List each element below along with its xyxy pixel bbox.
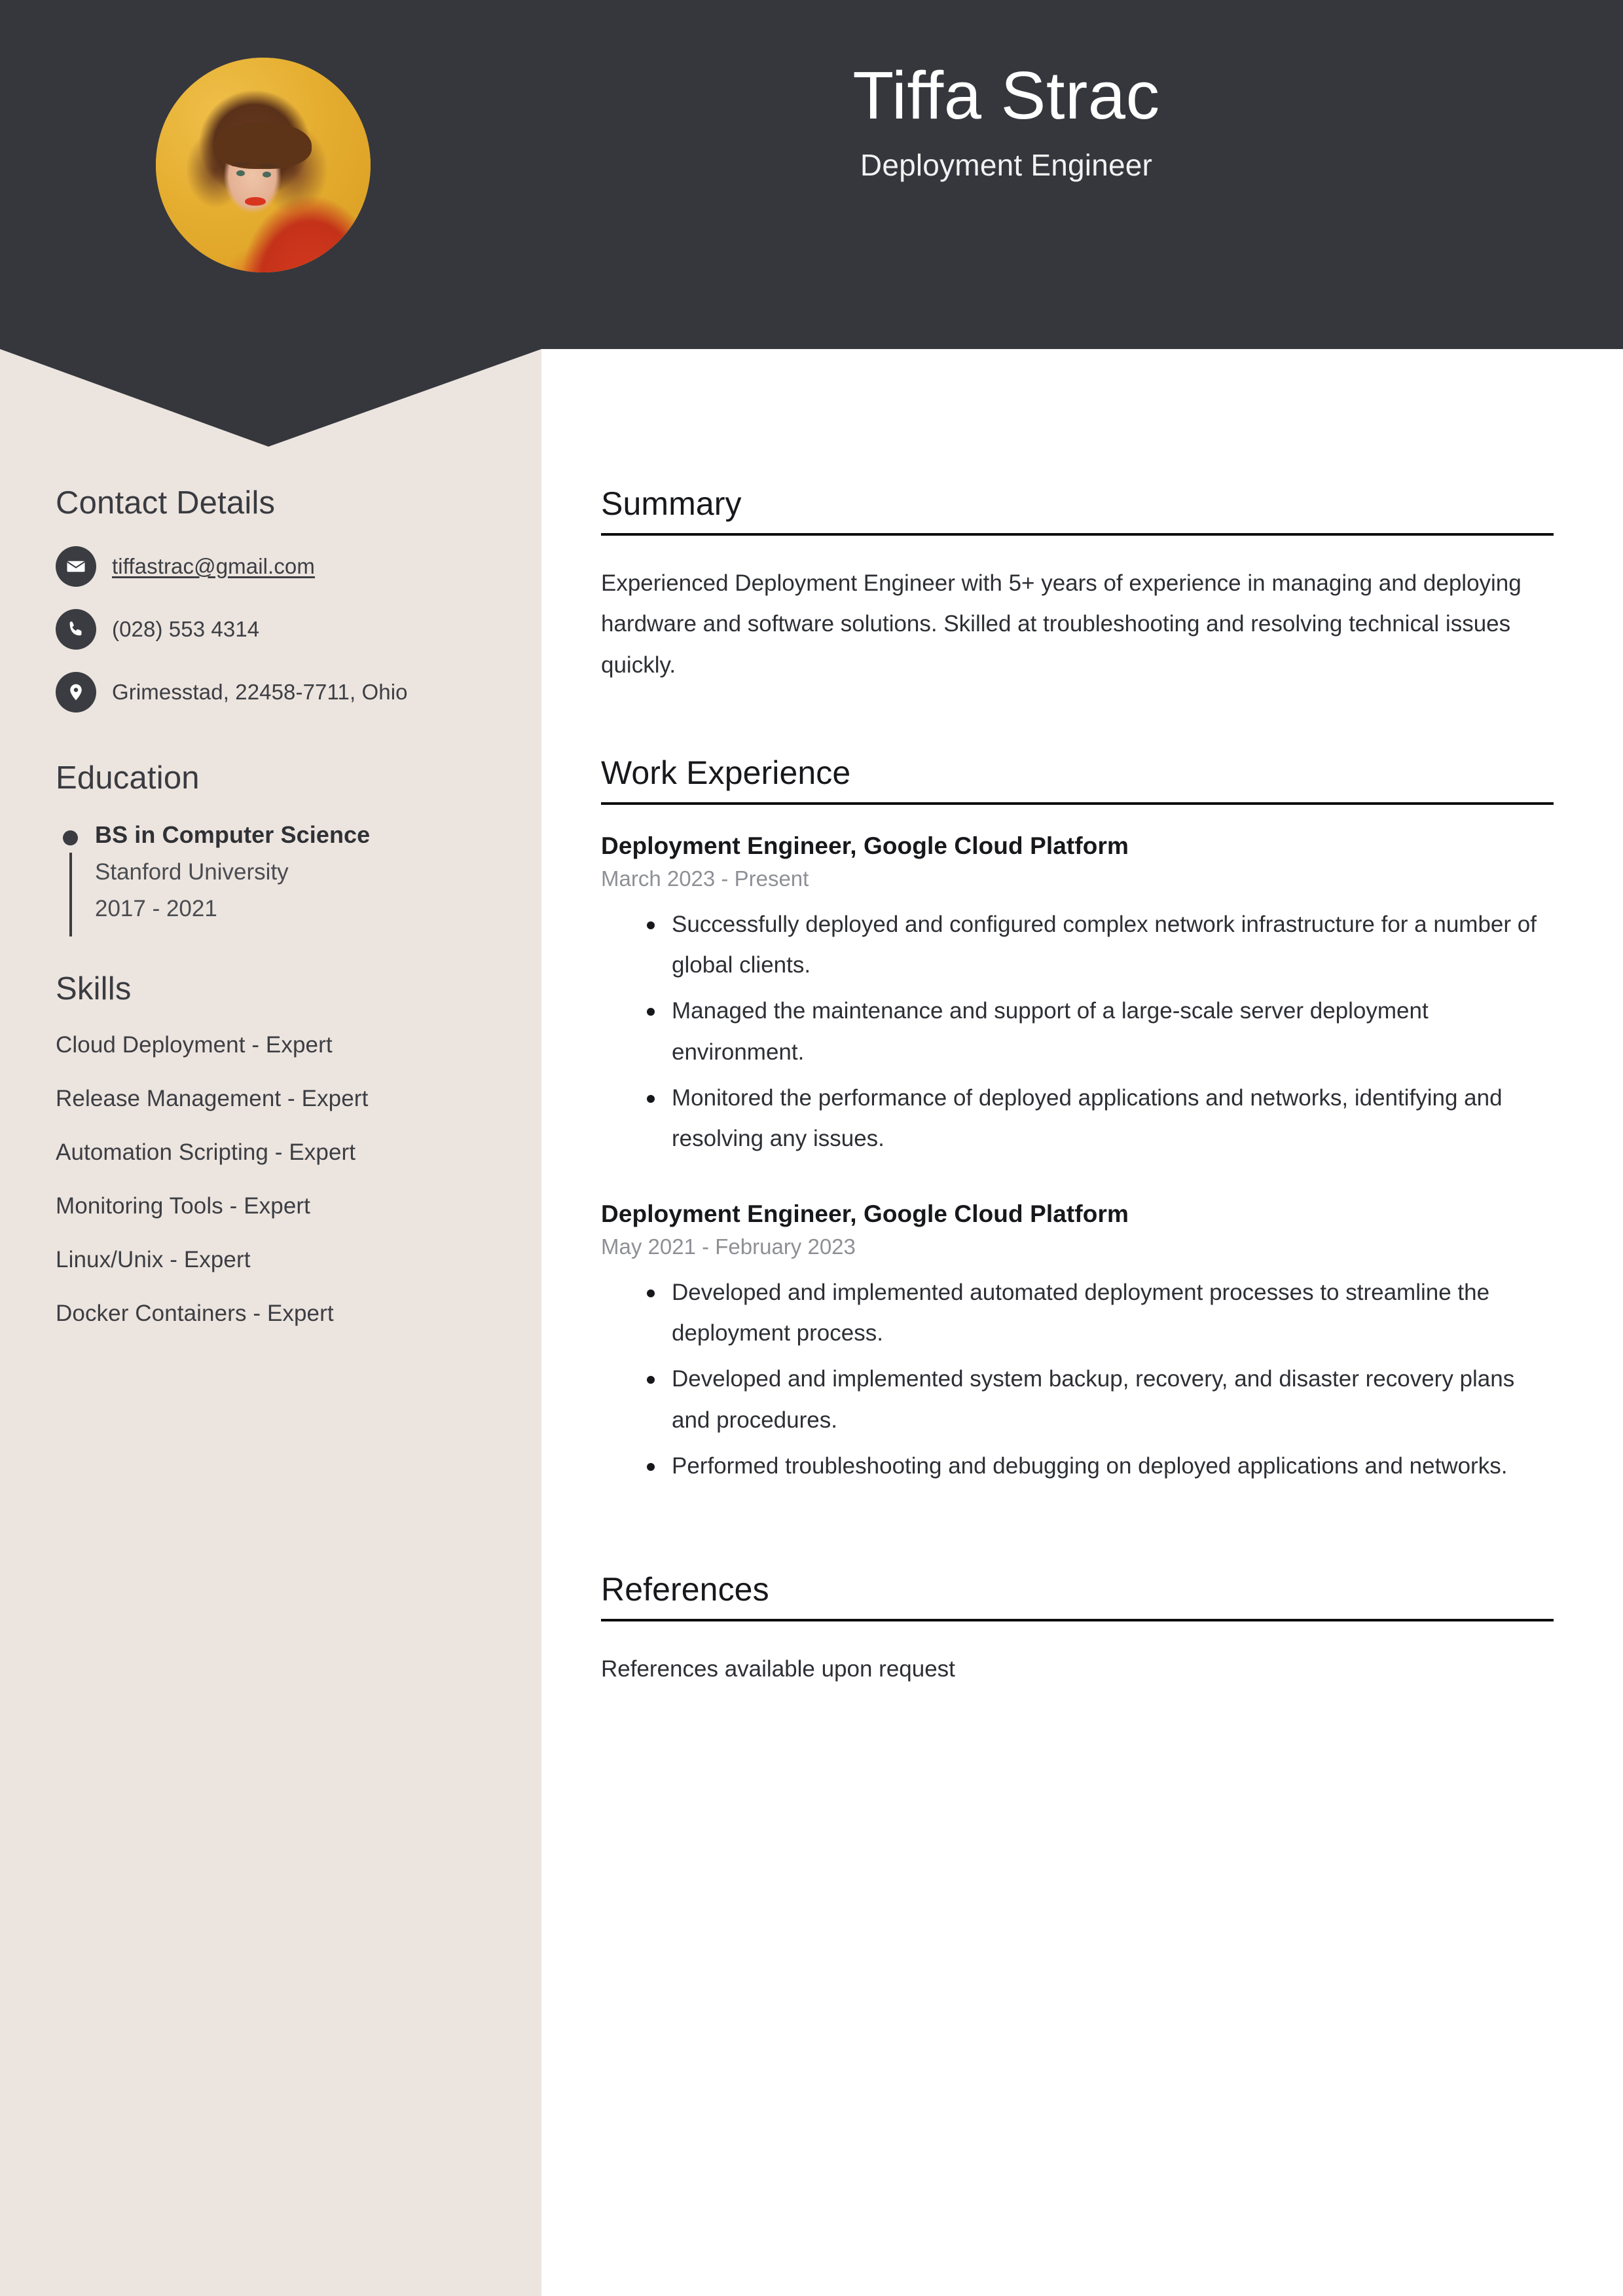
work-experience-divider xyxy=(601,802,1554,805)
job-title: Deployment Engineer, Google Cloud Platfo… xyxy=(601,1200,1129,1227)
job-bullet-list: Successfully deployed and configured com… xyxy=(601,904,1554,1160)
job-entry: Deployment Engineer, Google Cloud Platfo… xyxy=(601,1200,1554,1487)
summary-section: Summary Experienced Deployment Engineer … xyxy=(601,485,1554,686)
job-bullet: Developed and implemented automated depl… xyxy=(647,1272,1554,1354)
references-section: References References available upon req… xyxy=(601,1570,1554,1690)
map-pin-icon xyxy=(56,672,96,713)
avatar-photo xyxy=(156,58,371,272)
candidate-job-title: Deployment Engineer xyxy=(860,148,1153,183)
education-item: BS in Computer Science Stanford Universi… xyxy=(56,821,503,936)
avatar-eye-left xyxy=(236,170,245,176)
contact-row-phone[interactable]: (028) 553 4314 xyxy=(56,609,503,650)
contact-phone-value: (028) 553 4314 xyxy=(112,617,260,641)
contact-email-value[interactable]: tiffastrac@gmail.com xyxy=(112,554,315,579)
main-content: Summary Experienced Deployment Engineer … xyxy=(601,485,1554,1690)
avatar xyxy=(156,58,371,272)
education-timeline-dot xyxy=(63,830,78,845)
job-bullet: Managed the maintenance and support of a… xyxy=(647,991,1554,1073)
envelope-icon xyxy=(56,546,96,587)
work-experience-section: Work Experience Deployment Engineer, Goo… xyxy=(601,754,1554,1487)
job-bullet: Developed and implemented system backup,… xyxy=(647,1359,1554,1441)
education-heading: Education xyxy=(56,760,200,796)
summary-divider xyxy=(601,533,1554,536)
contact-row-email[interactable]: tiffastrac@gmail.com xyxy=(56,546,503,587)
job-bullet: Monitored the performance of deployed ap… xyxy=(647,1078,1554,1160)
avatar-lips xyxy=(245,197,266,206)
contact-row-location: Grimesstad, 22458-7711, Ohio xyxy=(56,672,503,713)
skill-item: Docker Containers - Expert xyxy=(56,1301,334,1326)
avatar-hair-bangs xyxy=(213,122,312,169)
education-school: Stanford University xyxy=(95,859,289,885)
contact-location-value: Grimesstad, 22458-7711, Ohio xyxy=(112,680,408,704)
candidate-name: Tiffa Strac xyxy=(852,58,1160,133)
education-timeline-line xyxy=(69,853,72,936)
resume-page: Tiffa Strac Deployment Engineer Contact … xyxy=(0,0,1623,2296)
skill-item: Linux/Unix - Expert xyxy=(56,1247,251,1272)
job-entry: Deployment Engineer, Google Cloud Platfo… xyxy=(601,832,1554,1160)
skill-item: Cloud Deployment - Expert xyxy=(56,1032,333,1058)
job-bullet-list: Developed and implemented automated depl… xyxy=(601,1272,1554,1487)
job-dates: May 2021 - February 2023 xyxy=(601,1234,856,1259)
phone-icon xyxy=(56,609,96,650)
skills-heading: Skills xyxy=(56,971,132,1007)
job-bullet: Successfully deployed and configured com… xyxy=(647,904,1554,986)
references-text: References available upon request xyxy=(601,1656,955,1682)
work-experience-heading: Work Experience xyxy=(601,754,851,791)
skill-item: Release Management - Expert xyxy=(56,1086,369,1111)
job-dates: March 2023 - Present xyxy=(601,866,809,891)
references-divider xyxy=(601,1619,1554,1622)
summary-heading: Summary xyxy=(601,485,742,522)
references-heading: References xyxy=(601,1571,769,1608)
skill-item: Automation Scripting - Expert xyxy=(56,1139,356,1165)
education-degree: BS in Computer Science xyxy=(95,821,371,848)
summary-text: Experienced Deployment Engineer with 5+ … xyxy=(601,570,1522,678)
education-dates: 2017 - 2021 xyxy=(95,896,217,921)
header-text-block: Tiffa Strac Deployment Engineer xyxy=(541,58,1471,183)
skill-item: Monitoring Tools - Expert xyxy=(56,1193,310,1219)
sidebar: Contact Details tiffastrac@gmail.com (02… xyxy=(0,485,541,1354)
avatar-eye-right xyxy=(263,172,271,177)
job-bullet: Performed troubleshooting and debugging … xyxy=(647,1446,1554,1487)
contact-details-heading: Contact Details xyxy=(56,485,276,521)
job-title: Deployment Engineer, Google Cloud Platfo… xyxy=(601,832,1129,859)
